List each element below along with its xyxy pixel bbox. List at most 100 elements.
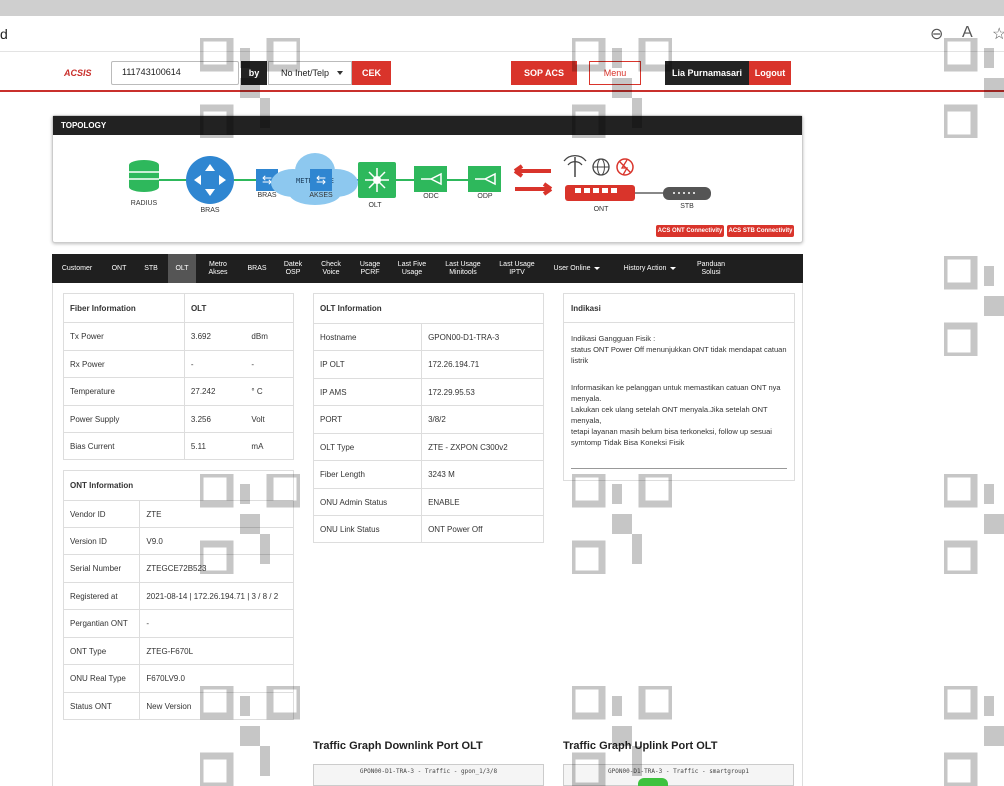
tab-check-voice[interactable]: Check Voice bbox=[314, 254, 348, 283]
ont-row-label: Status ONT bbox=[70, 701, 112, 711]
olt-row-label: OLT Type bbox=[320, 442, 355, 452]
fiber-information-table: Fiber Information OLT Tx Power 3.692 dBm… bbox=[63, 293, 294, 460]
tab-customer[interactable]: Customer bbox=[54, 254, 100, 283]
address-bar[interactable]: d ⊖ A ☆ bbox=[0, 16, 1004, 52]
stb-label: STB bbox=[680, 203, 694, 210]
ont-row-value: ZTEG-F670L bbox=[139, 638, 293, 664]
olt-row-value: 172.26.194.71 bbox=[421, 351, 543, 378]
qr-watermark bbox=[944, 474, 1004, 574]
tab-olt[interactable]: OLT bbox=[168, 254, 196, 283]
tab-last-usage-minitools[interactable]: Last Usage Minitools bbox=[438, 254, 488, 283]
qr-watermark bbox=[572, 686, 672, 786]
downlink-traffic-graph: GPON00-D1-TRA-3 - Traffic - gpon_1/3/8 bbox=[313, 764, 544, 786]
tab-panduan-solusi[interactable]: Panduan Solusi bbox=[690, 254, 732, 283]
fiber-row-value: 3.256 bbox=[183, 406, 245, 432]
akses-label: AKSES bbox=[309, 192, 333, 199]
fiber-row-label: Tx Power bbox=[70, 332, 104, 341]
bras-router-icon bbox=[186, 156, 234, 204]
olt-row-label: IP OLT bbox=[320, 360, 345, 369]
qr-watermark bbox=[944, 686, 1004, 786]
chevron-down-icon bbox=[670, 267, 677, 270]
acsis-logo[interactable]: ACSIS bbox=[64, 68, 92, 78]
ont-row-label: Pergantian ONT bbox=[70, 619, 128, 628]
fiber-row-label: Temperature bbox=[70, 387, 115, 396]
ont-row-label: ONU Real Type bbox=[70, 674, 126, 683]
ont-row-label: Registered at bbox=[70, 591, 118, 601]
qr-watermark bbox=[200, 38, 300, 138]
fiber-row-label: Power Supply bbox=[70, 414, 120, 424]
fiber-row-unit: dBm bbox=[251, 332, 268, 341]
olt-row-value: GPON00-D1-TRA-3 bbox=[421, 324, 543, 350]
acs-stb-connectivity-button[interactable]: ACS STB Connectivity bbox=[727, 225, 794, 237]
bras-switch-label: BRAS bbox=[257, 192, 277, 199]
sop-acs-button[interactable]: SOP ACS bbox=[511, 61, 577, 85]
ont-row-value: 2021-08-14 | 172.26.194.71 | 3 / 8 / 2 bbox=[139, 583, 293, 609]
tab-stb[interactable]: STB bbox=[136, 254, 166, 283]
tab-history-action-label: History Action bbox=[623, 264, 667, 272]
radius-label: RADIUS bbox=[130, 200, 158, 207]
qr-watermark bbox=[944, 256, 1004, 356]
tab-datek-osp[interactable]: Datek OSP bbox=[276, 254, 310, 283]
sync-arrows-icon bbox=[513, 164, 553, 196]
odc-icon bbox=[414, 166, 447, 192]
ont-row-label: Version ID bbox=[70, 536, 107, 546]
indikasi-text: tetapi layanan masih belum bisa terkonek… bbox=[571, 427, 772, 447]
chevron-down-icon bbox=[594, 267, 601, 270]
akses-switch-icon: ⇆ bbox=[310, 169, 332, 191]
fiber-row-value: 27.242 bbox=[183, 378, 245, 405]
divider bbox=[571, 468, 787, 469]
olt-row-value: ENABLE bbox=[421, 489, 543, 515]
tab-user-online-label: User Online bbox=[553, 264, 591, 272]
olt-row-label: ONU Link Status bbox=[320, 524, 380, 534]
indikasi-text: Indikasi Gangguan Fisik : bbox=[571, 334, 656, 343]
tab-metro-akses[interactable]: Metro Akses bbox=[200, 254, 236, 283]
acs-ont-connectivity-button[interactable]: ACS ONT Connectivity bbox=[656, 225, 724, 237]
qr-watermark bbox=[572, 38, 672, 138]
cek-button[interactable]: CEK bbox=[352, 61, 391, 85]
ont-row-value: - bbox=[139, 610, 293, 637]
tab-history-action[interactable]: History Action bbox=[614, 254, 686, 283]
tab-last-five-usage[interactable]: Last Five Usage bbox=[392, 254, 432, 283]
tab-ont[interactable]: ONT bbox=[104, 254, 134, 283]
tab-user-online[interactable]: User Online bbox=[546, 254, 608, 283]
fiber-row-value: 5.11 bbox=[183, 433, 245, 459]
olt-row-label: IP AMS bbox=[320, 387, 347, 397]
olt-row-label: ONU Admin Status bbox=[320, 497, 388, 507]
olt-row-value: 3243 M bbox=[421, 461, 543, 488]
ont-label: ONT bbox=[593, 206, 609, 213]
tab-last-usage-iptv[interactable]: Last Usage IPTV bbox=[494, 254, 540, 283]
logout-button[interactable]: Logout bbox=[749, 61, 791, 85]
svg-text:⇆: ⇆ bbox=[262, 173, 272, 187]
qr-watermark bbox=[200, 474, 300, 574]
fiber-row-unit: Volt bbox=[251, 414, 265, 424]
olt-row-label: PORT bbox=[320, 415, 343, 424]
globe-icon bbox=[592, 158, 610, 176]
qr-watermark bbox=[200, 686, 300, 786]
olt-row-label: Hostname bbox=[320, 332, 357, 342]
fiber-row-unit: mA bbox=[251, 441, 264, 451]
indikasi-header: Indikasi bbox=[564, 294, 794, 323]
fiber-header-label: Fiber Information bbox=[70, 303, 136, 313]
tab-usage-pcrf[interactable]: Usage PCRF bbox=[352, 254, 388, 283]
indikasi-body: Indikasi Gangguan Fisik : status ONT Pow… bbox=[564, 323, 794, 458]
indikasi-text: Lakukan cek ulang setelah ONT menyala.Ji… bbox=[571, 405, 768, 425]
indikasi-text: Informasikan ke pelanggan untuk memastik… bbox=[571, 383, 781, 403]
odp-label: ODP bbox=[477, 193, 493, 200]
url-text[interactable]: d bbox=[0, 26, 8, 42]
olt-row-value: ONT Power Off bbox=[421, 516, 543, 542]
wifi-icon bbox=[563, 155, 587, 177]
olt-row-label: Fiber Length bbox=[320, 470, 365, 479]
topology-title: TOPOLOGY bbox=[53, 116, 802, 135]
svg-text:⇆: ⇆ bbox=[316, 173, 326, 187]
olt-row-value: 172.29.95.53 bbox=[421, 379, 543, 405]
zoom-out-icon[interactable]: ⊖ bbox=[930, 24, 943, 44]
fiber-row-value: 3.692 bbox=[183, 323, 245, 350]
qr-watermark bbox=[944, 38, 1004, 138]
ont-device-icon bbox=[565, 185, 663, 201]
olt-row-value: 3/8/2 bbox=[421, 406, 543, 433]
tab-bras[interactable]: BRAS bbox=[242, 254, 272, 283]
downlink-graph-caption: GPON00-D1-TRA-3 - Traffic - gpon_1/3/8 bbox=[359, 768, 498, 775]
chevron-down-icon bbox=[337, 71, 343, 75]
olt-information-table: OLT Information Hostname GPON00-D1-TRA-3 … bbox=[313, 293, 544, 543]
fiber-row-value: - bbox=[183, 351, 245, 377]
